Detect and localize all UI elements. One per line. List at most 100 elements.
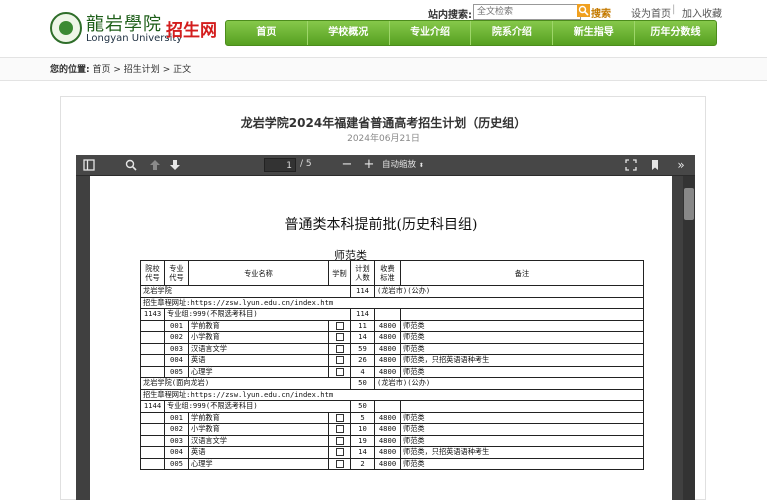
duration-box-icon: [335, 436, 344, 445]
tools-menu-icon[interactable]: »: [674, 158, 688, 172]
duration-box-icon: [335, 321, 344, 330]
duration-box-icon: [335, 344, 344, 353]
nav-majors[interactable]: 专业介绍: [390, 21, 472, 45]
major-plan: 19: [350, 434, 375, 447]
zoom-select[interactable]: 自动缩放 ⬍: [382, 158, 442, 172]
zoom-in-icon[interactable]: +: [362, 158, 376, 172]
admission-site: 招生章程网址:https://zsw.lyun.edu.cn/index.htm: [140, 388, 644, 401]
nav-home[interactable]: 首页: [226, 21, 308, 45]
major-plan: 26: [350, 354, 375, 367]
school-note: (龙岩市)(公办): [374, 377, 644, 390]
major-code: 001: [164, 411, 189, 424]
admission-site: 招生章程网址:https://zsw.lyun.edu.cn/index.htm: [140, 296, 644, 309]
major-note: 师范类: [400, 434, 644, 447]
nav-freshman-guide[interactable]: 新生指导: [553, 21, 636, 45]
nav-school-overview[interactable]: 学校概况: [308, 21, 390, 45]
zoom-out-icon[interactable]: −: [340, 158, 354, 172]
table-row: 005 心理学 2 4800 师范类: [140, 457, 644, 470]
dropdown-arrows-icon: ⬍: [418, 162, 424, 169]
major-note: 师范类: [400, 423, 644, 436]
major-note: 师范类: [400, 365, 644, 378]
empty-cell: [140, 365, 165, 378]
major-fee: 4800: [374, 457, 401, 470]
duration-cell: [328, 331, 351, 344]
search-icon[interactable]: [577, 4, 590, 17]
duration-box-icon: [335, 459, 344, 468]
table-row: 005 心理学 4 4800 师范类: [140, 365, 644, 378]
duration-cell: [328, 319, 351, 332]
previous-page-icon[interactable]: [148, 158, 162, 172]
table-row: 004 英语 26 4800 师范类，只招英语语种考生: [140, 354, 644, 367]
major-name: 心理学: [188, 457, 329, 470]
empty-cell: [140, 331, 165, 344]
group-row: 1143 专业组:999(不限选考科目) 114: [140, 308, 644, 321]
duration-cell: [328, 411, 351, 424]
major-fee: 4800: [374, 331, 401, 344]
breadcrumb: 您的位置: 首页 > 招生计划 > 正文: [50, 62, 191, 75]
search-button[interactable]: 搜索: [591, 5, 611, 20]
pdf-page: 普通类本科提前批(历史科目组) 师范类 院校代号 专业代号 专业名称 学制 计划…: [90, 176, 672, 500]
group-code: 1144: [140, 400, 165, 413]
breadcrumb-label: 您的位置:: [50, 65, 90, 75]
major-name: 英语: [188, 446, 329, 459]
page-number-input[interactable]: 1: [264, 158, 296, 172]
duration-cell: [328, 342, 351, 355]
table-row: 004 英语 14 4800 师范类，只招英语语种考生: [140, 446, 644, 459]
add-favorite-link[interactable]: 加入收藏: [682, 5, 722, 20]
school-note: (龙岩市)(公办): [374, 285, 644, 298]
major-name: 小学教育: [188, 423, 329, 436]
major-note: 师范类，只招英语语种考生: [400, 354, 644, 367]
major-code: 002: [164, 331, 189, 344]
major-fee: 4800: [374, 365, 401, 378]
empty-cell: [140, 446, 165, 459]
table-header-row: 院校代号 专业代号 专业名称 学制 计划人数 收费标准 备注: [140, 260, 644, 286]
nav-past-scores[interactable]: 历年分数线: [635, 21, 716, 45]
major-note: 师范类: [400, 319, 644, 332]
next-page-icon[interactable]: [168, 158, 182, 172]
header-note: 备注: [400, 260, 644, 286]
bookmark-icon[interactable]: [648, 158, 662, 172]
duration-cell: [328, 446, 351, 459]
pdf-scrollbar[interactable]: [683, 176, 695, 500]
major-fee: 4800: [374, 342, 401, 355]
duration-box-icon: [335, 333, 344, 341]
nav-departments[interactable]: 院系介绍: [471, 21, 554, 45]
header-major-name: 专业名称: [188, 260, 329, 286]
empty-cell: [140, 411, 165, 424]
set-home-link[interactable]: 设为首页: [631, 5, 671, 20]
major-fee: 4800: [374, 354, 401, 367]
breadcrumb-separator: >: [162, 65, 171, 75]
major-fee: 4800: [374, 411, 401, 424]
duration-box-icon: [335, 356, 344, 364]
pdf-scrollbar-thumb[interactable]: [684, 188, 694, 220]
major-name: 汉语言文学: [188, 342, 329, 355]
table-row: 002 小学教育 14 4800 师范类: [140, 331, 644, 344]
university-logo-icon[interactable]: [50, 12, 82, 44]
group-row: 1144 专业组:999(不限选考科目) 50: [140, 400, 644, 413]
site-header: 龍岩學院 Longyan University 招生网 站内搜索: 搜索 设为首…: [0, 0, 767, 52]
breadcrumb-current: 正文: [173, 65, 192, 75]
major-note: 师范类: [400, 342, 644, 355]
empty-cell: [140, 319, 165, 332]
table-row: 003 汉语言文学 59 4800 师范类: [140, 342, 644, 355]
major-plan: 5: [350, 411, 375, 424]
page-count: / 5: [300, 159, 312, 169]
major-note: 师范类: [400, 457, 644, 470]
breadcrumb-plan[interactable]: 招生计划: [124, 65, 160, 75]
duration-cell: [328, 365, 351, 378]
zoom-select-value: 自动缩放: [382, 160, 417, 170]
search-input[interactable]: [473, 4, 581, 20]
major-code: 002: [164, 423, 189, 436]
duration-cell: [328, 354, 351, 367]
major-code: 001: [164, 319, 189, 332]
duration-box-icon: [335, 413, 344, 422]
find-icon[interactable]: [124, 158, 138, 172]
major-plan: 11: [350, 319, 375, 332]
empty-cell: [374, 400, 401, 413]
empty-cell: [400, 400, 644, 413]
presentation-mode-icon[interactable]: [624, 158, 638, 172]
breadcrumb-home[interactable]: 首页: [92, 65, 110, 75]
header-duration: 学制: [328, 260, 351, 286]
empty-cell: [140, 342, 165, 355]
sidebar-toggle-icon[interactable]: [82, 158, 96, 172]
